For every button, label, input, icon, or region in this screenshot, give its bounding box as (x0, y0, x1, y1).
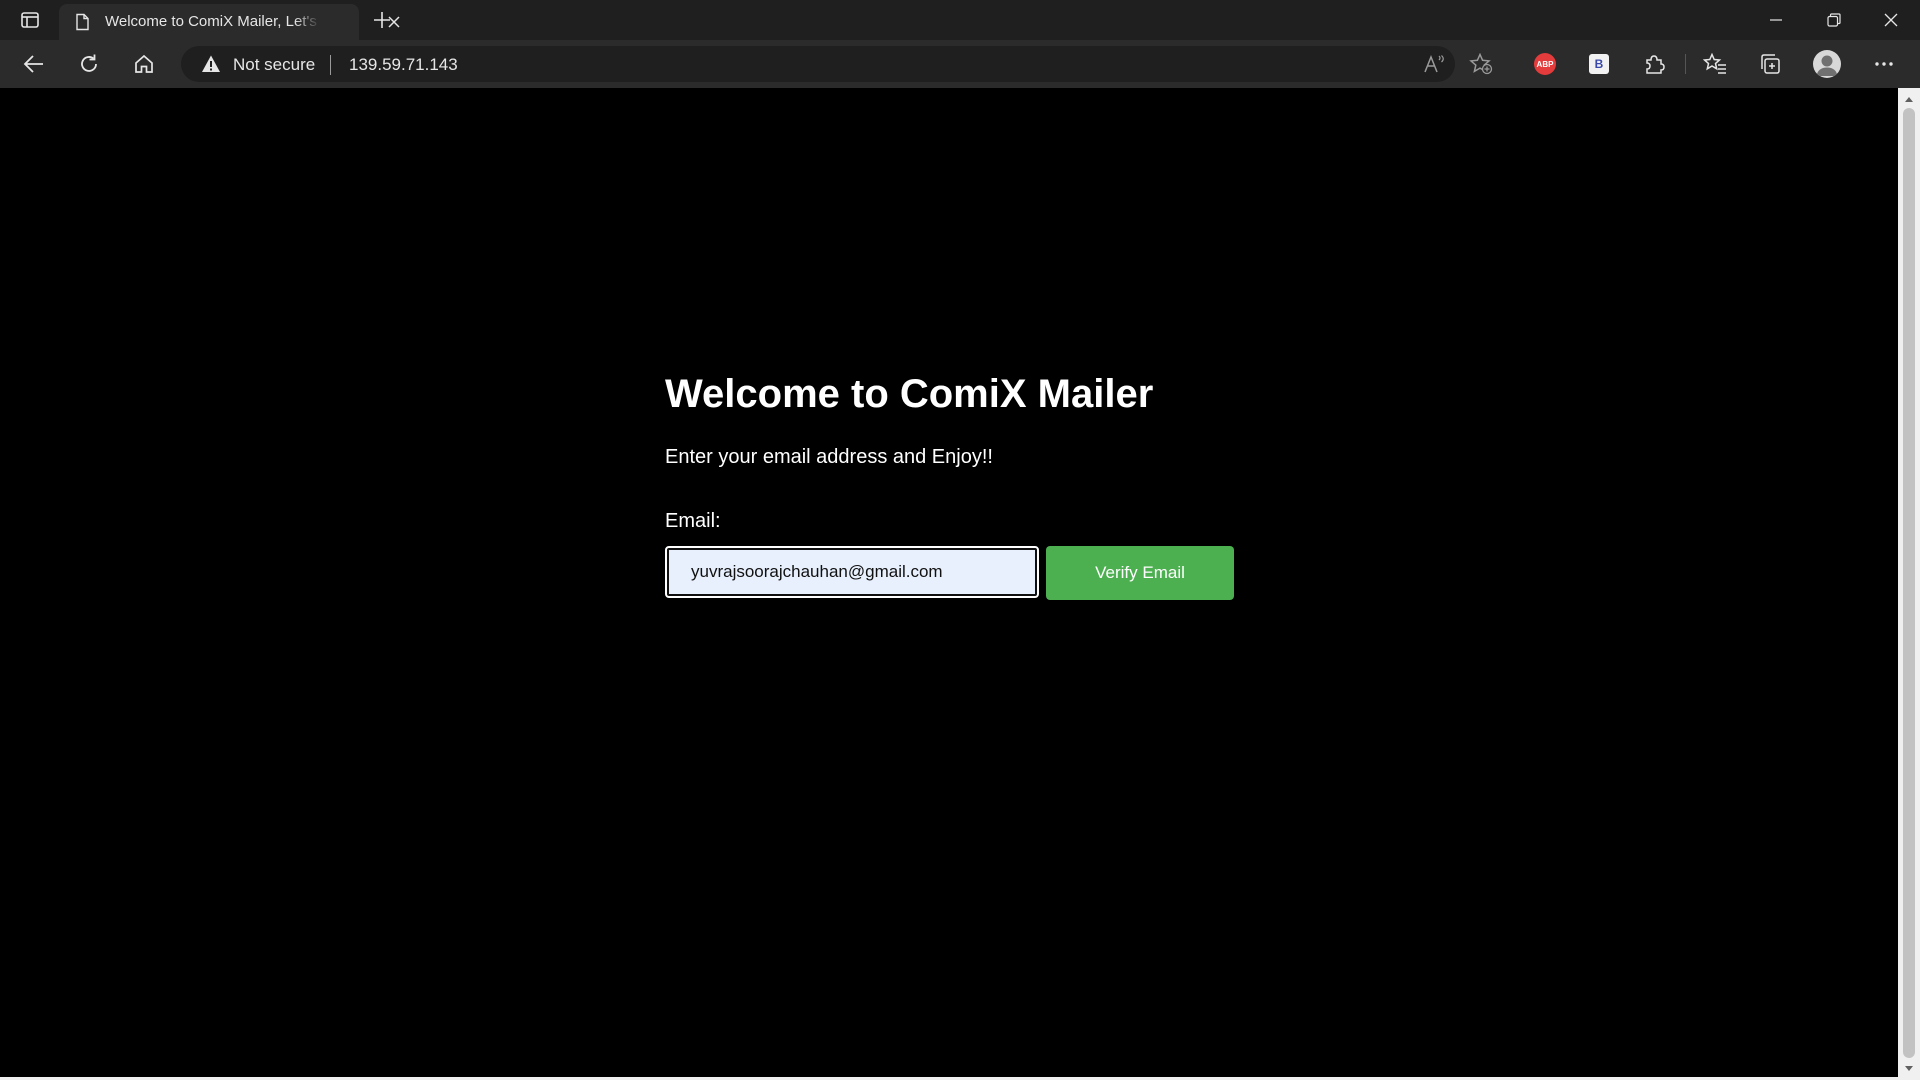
toolbar-divider (1685, 54, 1686, 74)
favorites-button[interactable] (1698, 48, 1732, 80)
b-extension-button[interactable]: B (1582, 48, 1616, 80)
refresh-button[interactable] (72, 48, 106, 80)
scroll-down-button[interactable] (1898, 1060, 1920, 1078)
more-icon (1875, 62, 1893, 66)
collections-icon (1761, 54, 1780, 74)
scroll-thumb[interactable] (1903, 108, 1915, 1058)
restore-button[interactable] (1806, 0, 1862, 40)
settings-menu-button[interactable] (1867, 48, 1901, 80)
browser-toolbar: Not secure 139.59.71.143 ABP B (0, 40, 1920, 88)
vertical-scrollbar[interactable] (1898, 88, 1920, 1080)
page-title: Welcome to ComiX Mailer (665, 372, 1154, 416)
minimize-button[interactable] (1748, 0, 1804, 40)
tab-actions-button[interactable] (14, 6, 46, 34)
scroll-up-button[interactable] (1898, 90, 1920, 108)
page-subtitle: Enter your email address and Enjoy!! (665, 446, 993, 468)
close-window-button[interactable] (1863, 0, 1919, 40)
url-text[interactable]: 139.59.71.143 (349, 55, 458, 75)
close-window-icon (1884, 13, 1898, 27)
caret-up-icon (1905, 97, 1913, 102)
profile-button[interactable] (1810, 48, 1844, 80)
back-arrow-icon (23, 55, 43, 73)
plus-icon (374, 12, 390, 28)
home-icon (135, 54, 153, 73)
puzzle-icon (1646, 55, 1665, 74)
tab-actions-icon (21, 12, 39, 28)
extensions-button[interactable] (1637, 48, 1671, 80)
adblock-extension-button[interactable]: ABP (1528, 48, 1562, 80)
avatar (1813, 50, 1841, 78)
read-aloud-icon (1424, 55, 1444, 73)
read-aloud-button[interactable] (1421, 52, 1449, 76)
address-separator (330, 55, 331, 75)
back-button[interactable] (17, 48, 51, 80)
new-tab-button[interactable] (368, 6, 396, 34)
tab-title: Welcome to ComiX Mailer, Let's Get Start… (105, 13, 320, 30)
favorites-icon (1703, 53, 1726, 74)
profile-icon (1816, 55, 1838, 76)
warning-icon (202, 55, 220, 72)
address-bar[interactable]: Not secure 139.59.71.143 (181, 46, 1493, 82)
security-status[interactable]: Not secure (233, 55, 315, 75)
refresh-icon (81, 54, 97, 72)
tab-active[interactable]: Welcome to ComiX Mailer, Let's Get Start… (59, 4, 400, 40)
b-extension-icon: B (1589, 54, 1609, 74)
page-icon (76, 13, 89, 31)
email-field[interactable] (665, 546, 1039, 598)
title-bar: Welcome to ComiX Mailer, Let's Get Start… (0, 0, 1920, 40)
email-label: Email: (665, 510, 721, 532)
verify-email-button[interactable]: Verify Email (1046, 546, 1234, 600)
star-add-icon (1469, 53, 1493, 75)
adblock-icon: ABP (1534, 53, 1556, 75)
caret-down-icon (1905, 1066, 1913, 1071)
minimize-icon (1770, 19, 1782, 21)
home-button[interactable] (127, 48, 161, 80)
restore-icon (1827, 13, 1841, 27)
collections-button[interactable] (1753, 48, 1787, 80)
add-favorite-button[interactable] (1467, 52, 1495, 76)
